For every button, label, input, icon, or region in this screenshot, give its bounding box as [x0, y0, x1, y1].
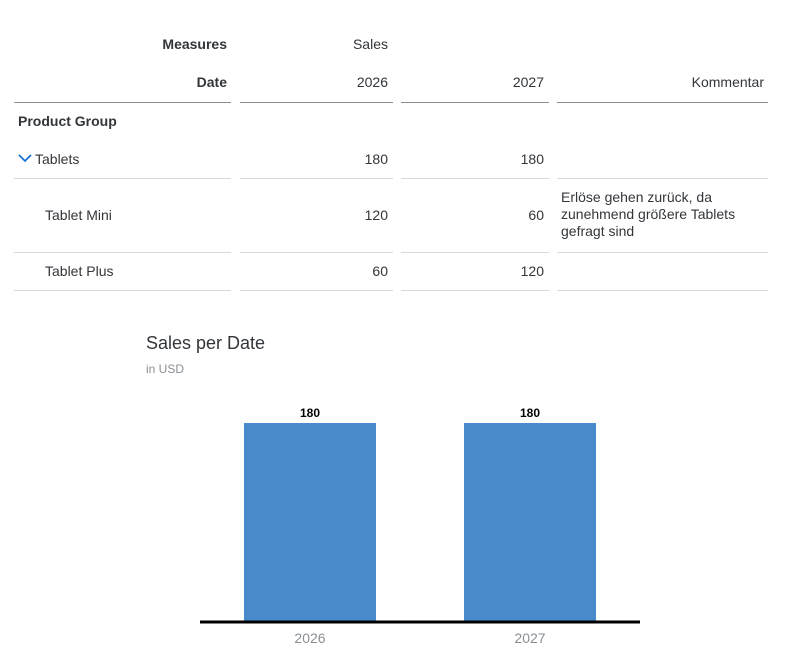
data-label-2026: 180: [300, 406, 320, 420]
sales-bar-chart: 180 2026 180 2027: [200, 406, 640, 646]
bar-2027[interactable]: [464, 423, 596, 621]
bar-2026[interactable]: [244, 423, 376, 621]
data-label-2027: 180: [520, 406, 540, 420]
x-tick-2026: 2026: [294, 630, 325, 646]
x-tick-2027: 2027: [514, 630, 545, 646]
